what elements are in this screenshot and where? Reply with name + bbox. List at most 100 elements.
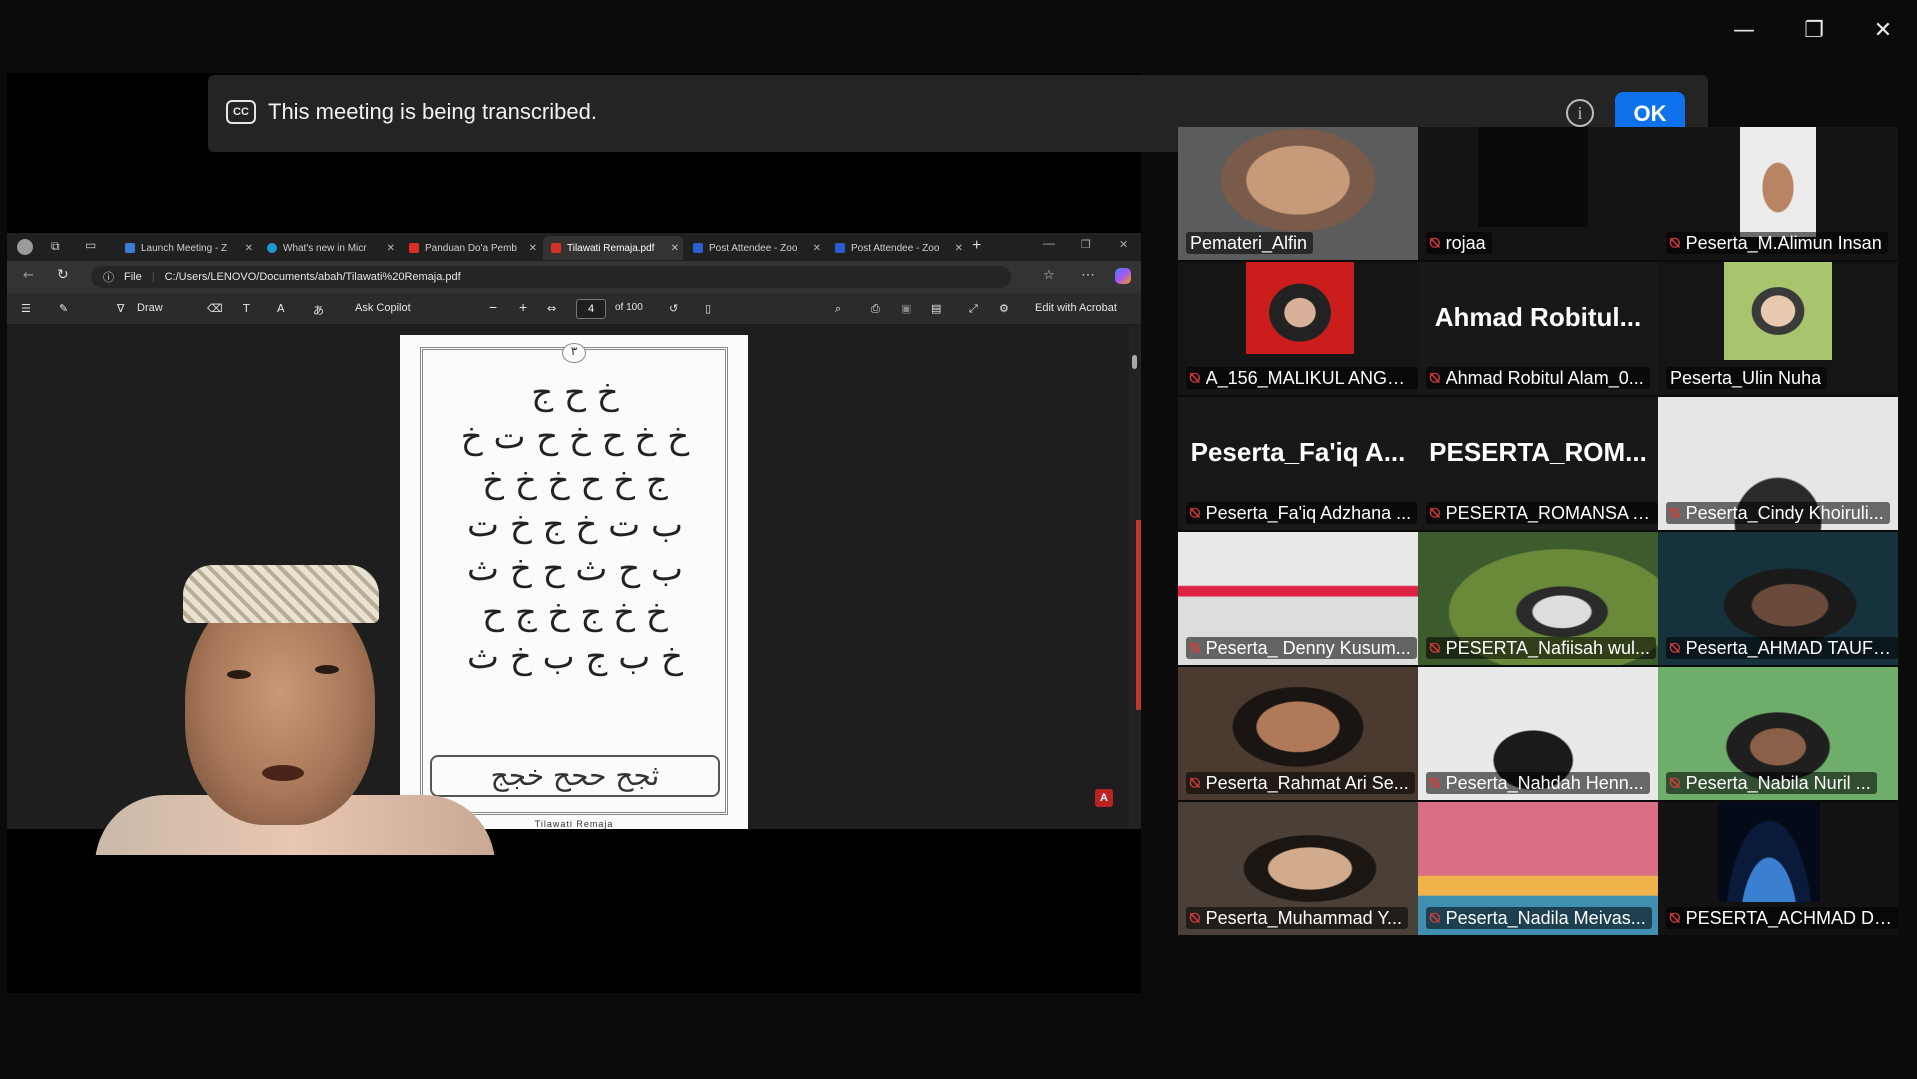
browser-tab[interactable]: Post Attendee - Zoo ✕: [685, 236, 825, 260]
browser-tab[interactable]: Launch Meeting - Z ✕: [117, 236, 257, 260]
participant-tile[interactable]: PESERTA_ROM... ⍉ PESERTA_ROMANSA A...: [1418, 397, 1658, 530]
participant-name: Peserta_Fa'iq Adzhana ...: [1205, 502, 1412, 523]
participant-tile[interactable]: ⍉ rojaa: [1418, 127, 1658, 260]
contents-icon[interactable]: ☰: [21, 302, 31, 315]
text-icon[interactable]: T: [243, 302, 250, 315]
mic-muted-icon: ⍉: [1670, 773, 1680, 792]
new-tab-icon[interactable]: +: [972, 237, 981, 255]
workspaces-icon[interactable]: ⧉: [51, 239, 60, 254]
browser-minimize-icon[interactable]: —: [1043, 236, 1055, 250]
tab-close-icon[interactable]: ✕: [955, 243, 963, 254]
page-view-icon[interactable]: ▯: [705, 302, 711, 315]
info-icon[interactable]: i: [1566, 99, 1594, 127]
back-icon[interactable]: ←: [23, 268, 34, 283]
tab-close-icon[interactable]: ✕: [245, 243, 253, 254]
restore-button[interactable]: ❐: [1792, 12, 1836, 48]
tab-close-icon[interactable]: ✕: [671, 243, 679, 254]
tab-close-icon[interactable]: ✕: [387, 243, 395, 254]
search-icon[interactable]: ⌕: [835, 302, 841, 316]
erase-icon[interactable]: ⌫: [207, 302, 223, 315]
browser-tab[interactable]: Post Attendee - Zoo ✕: [827, 236, 967, 260]
participant-tile[interactable]: ⍉ Peserta_Rahmat Ari Se...: [1178, 667, 1418, 800]
participant-name: PESERTA_Nafiisah wul...: [1445, 637, 1651, 658]
participant-name-tag: ⍉ Peserta_Nahdah Henn...: [1426, 772, 1650, 794]
participant-tile[interactable]: ⍉ PESERTA_ACHMAD DA...: [1658, 802, 1898, 935]
participant-tile[interactable]: ⍉ Peserta_Nabila Nuril ...: [1658, 667, 1898, 800]
close-button[interactable]: ✕: [1861, 12, 1905, 48]
page-number-input[interactable]: 4: [576, 299, 606, 319]
info-icon[interactable]: ⓘ: [103, 269, 114, 285]
scroll-thumb[interactable]: [1132, 355, 1137, 369]
tab-close-icon[interactable]: ✕: [813, 243, 821, 254]
participant-name-tag: Peserta_Ulin Nuha: [1666, 367, 1828, 389]
acrobat-icon[interactable]: A: [1095, 789, 1113, 807]
browser-tab-active[interactable]: Tilawati Remaja.pdf ✕: [543, 236, 683, 260]
browser-tab-bar: ⧉ ▭ Launch Meeting - Z ✕ What's new in Mi…: [7, 233, 1141, 261]
participant-tile[interactable]: ⍉ PESERTA_Nafiisah wul...: [1418, 532, 1658, 665]
favorites-icon[interactable]: ☆: [1043, 268, 1055, 283]
print-icon[interactable]: ⎙: [871, 302, 880, 316]
participant-tile[interactable]: ⍉ Peserta_Muhammad Y...: [1178, 802, 1418, 935]
participant-tile[interactable]: Peserta_Ulin Nuha: [1658, 262, 1898, 395]
banner-message: This meeting is being transcribed.: [268, 99, 597, 124]
page-marker: ٣: [562, 343, 586, 363]
address-prefix: File: [124, 271, 142, 283]
settings-icon[interactable]: ⚙: [999, 302, 1009, 315]
edit-with-acrobat-button[interactable]: Edit with Acrobat: [1035, 302, 1117, 314]
mic-muted-icon: ⍉: [1430, 233, 1440, 252]
mic-muted-icon: ⍉: [1190, 773, 1200, 792]
participant-name-tag: ⍉ Peserta_M.Alimun Insan: [1666, 232, 1888, 254]
participant-name-tag: ⍉ PESERTA_Nafiisah wul...: [1426, 637, 1657, 659]
minimize-button[interactable]: —: [1722, 12, 1766, 48]
mic-muted-icon: ⍉: [1670, 638, 1680, 657]
tab-close-icon[interactable]: ✕: [529, 243, 537, 254]
mic-muted-icon: ⍉: [1190, 368, 1200, 387]
participant-video: [1478, 127, 1588, 227]
participant-tile[interactable]: Ahmad Robitul... ⍉ Ahmad Robitul Alam_0...: [1418, 262, 1658, 395]
participant-name: A_156_MALIKUL ANGG...: [1205, 367, 1412, 388]
share-edge-indicator: [1136, 520, 1141, 710]
fit-page-icon[interactable]: ⇔: [547, 302, 556, 315]
refresh-icon[interactable]: ↻: [57, 267, 69, 283]
participant-tile[interactable]: ⍉ Peserta_ Denny Kusum...: [1178, 532, 1418, 665]
participant-tile[interactable]: ⍉ Peserta_AHMAD TAUFI...: [1658, 532, 1898, 665]
zoom-in-icon[interactable]: +: [519, 299, 527, 315]
participant-tile[interactable]: Peserta_Fa'iq A... ⍉ Peserta_Fa'iq Adzhana…: [1178, 397, 1418, 530]
browser-restore-icon[interactable]: ❐: [1081, 238, 1091, 251]
arabic-row: خ ح ج: [531, 373, 619, 413]
mic-muted-icon: ⍉: [1430, 368, 1440, 387]
address-bar[interactable]: ⓘ File | C:/Users/LENOVO/Documents/abah/…: [91, 266, 1011, 288]
participant-tile[interactable]: ⍉ Peserta_M.Alimun Insan: [1658, 127, 1898, 260]
read-aloud-icon[interactable]: A: [277, 302, 285, 315]
participant-video: [1246, 262, 1354, 354]
participant-display-name: Ahmad Robitul...: [1434, 302, 1642, 332]
save-as-icon[interactable]: ▤: [931, 302, 941, 315]
tab-actions-icon[interactable]: ▭: [85, 238, 96, 252]
draw-icon[interactable]: ∇: [117, 302, 124, 315]
participant-tile[interactable]: Pemateri_Alfin: [1178, 127, 1418, 260]
draw-button[interactable]: Draw: [137, 302, 163, 314]
zoom-out-icon[interactable]: −: [489, 299, 497, 315]
translate-icon[interactable]: あ: [313, 302, 324, 318]
save-icon[interactable]: ▣: [901, 302, 911, 315]
participant-name: Peserta_Cindy Khoiruli...: [1685, 502, 1884, 523]
fullscreen-icon[interactable]: ⤢: [969, 302, 978, 316]
participant-tile[interactable]: ⍉ A_156_MALIKUL ANGG...: [1178, 262, 1418, 395]
participant-tile[interactable]: ⍉ Peserta_Cindy Khoiruli...: [1658, 397, 1898, 530]
participant-tile[interactable]: ⍉ Peserta_Nadila Meivas...: [1418, 802, 1658, 935]
participant-video: [1718, 802, 1820, 902]
participant-display-name: Peserta_Fa'iq A...: [1190, 437, 1406, 467]
browser-close-icon[interactable]: ✕: [1119, 238, 1128, 251]
mic-muted-icon: ⍉: [1190, 638, 1200, 657]
more-icon[interactable]: ⋯: [1081, 266, 1095, 283]
browser-tab[interactable]: What's new in Micr ✕: [259, 236, 399, 260]
rotate-icon[interactable]: ↺: [669, 302, 678, 315]
copilot-icon[interactable]: [1115, 268, 1131, 284]
participant-tile[interactable]: ⍉ Peserta_Nahdah Henn...: [1418, 667, 1658, 800]
pdf-toolbar: ☰ ✎ ∇ Draw ⌫ T A あ Ask Copilot − + ⇔ 4 o…: [7, 293, 1141, 325]
ask-copilot-button[interactable]: Ask Copilot: [355, 302, 411, 314]
profile-icon[interactable]: [17, 239, 33, 255]
browser-tab[interactable]: Panduan Do'a Pemb ✕: [401, 236, 541, 260]
tab-label: Panduan Do'a Pemb: [425, 242, 517, 254]
highlight-icon[interactable]: ✎: [59, 302, 68, 315]
